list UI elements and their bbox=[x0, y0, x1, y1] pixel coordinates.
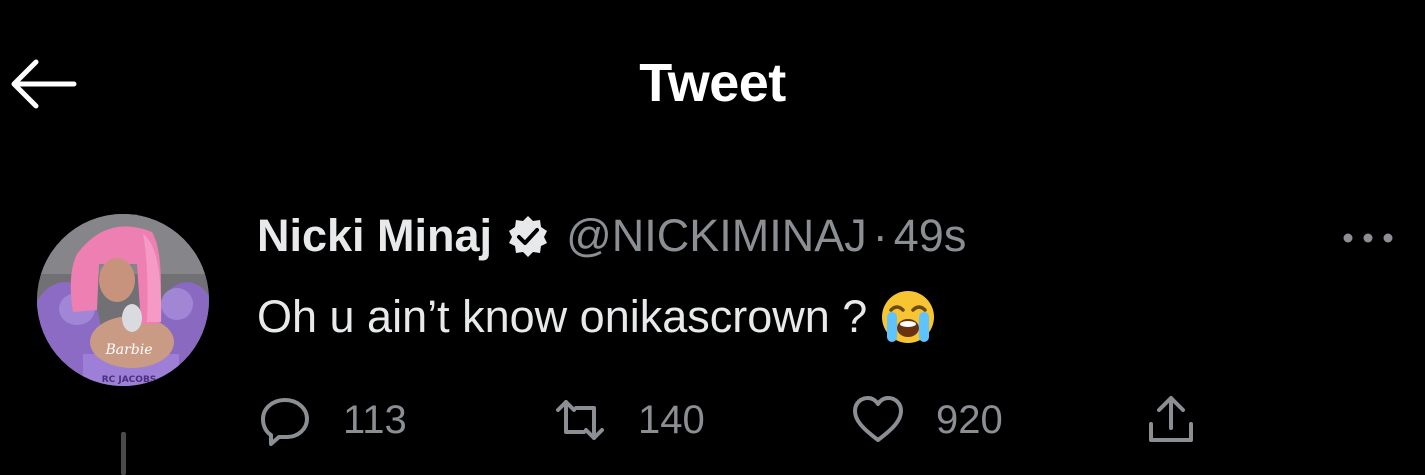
share-icon bbox=[1149, 396, 1193, 442]
tweet-header: Nicki Minaj @NICKIMINAJ · 49s bbox=[257, 210, 966, 262]
timestamp[interactable]: 49s bbox=[894, 210, 967, 262]
heart-icon bbox=[853, 396, 903, 442]
retweet-icon bbox=[556, 400, 604, 440]
tweet-body: Oh u ain’t know onikascrown ? bbox=[257, 291, 868, 342]
avatar-necklace-text: Barbie bbox=[104, 342, 152, 358]
verified-badge-icon bbox=[509, 216, 548, 257]
avatar-photo: Barbie RC JACOBS bbox=[37, 214, 209, 386]
page-title: Tweet bbox=[639, 53, 786, 113]
avatar-top-text: RC JACOBS bbox=[102, 375, 157, 385]
loudly-crying-face-icon bbox=[882, 291, 935, 343]
like-button[interactable]: 920 bbox=[850, 388, 1003, 452]
share-button[interactable] bbox=[1143, 388, 1199, 452]
reply-button[interactable]: 113 bbox=[257, 388, 407, 452]
retweet-count: 140 bbox=[638, 397, 705, 442]
tweet-text: Oh u ain’t know onikascrown ? bbox=[257, 288, 937, 346]
avatar[interactable]: Barbie RC JACOBS bbox=[37, 214, 209, 386]
user-handle[interactable]: @NICKIMINAJ bbox=[566, 210, 867, 262]
display-name[interactable]: Nicki Minaj bbox=[257, 210, 492, 262]
reply-icon bbox=[261, 398, 309, 446]
like-count: 920 bbox=[936, 397, 1003, 442]
separator-dot: · bbox=[872, 210, 888, 261]
more-horizontal-icon bbox=[1343, 233, 1393, 243]
thread-line bbox=[121, 432, 126, 475]
more-options-button[interactable] bbox=[1338, 222, 1398, 254]
reply-count: 113 bbox=[343, 397, 407, 442]
retweet-button[interactable]: 140 bbox=[552, 388, 705, 452]
